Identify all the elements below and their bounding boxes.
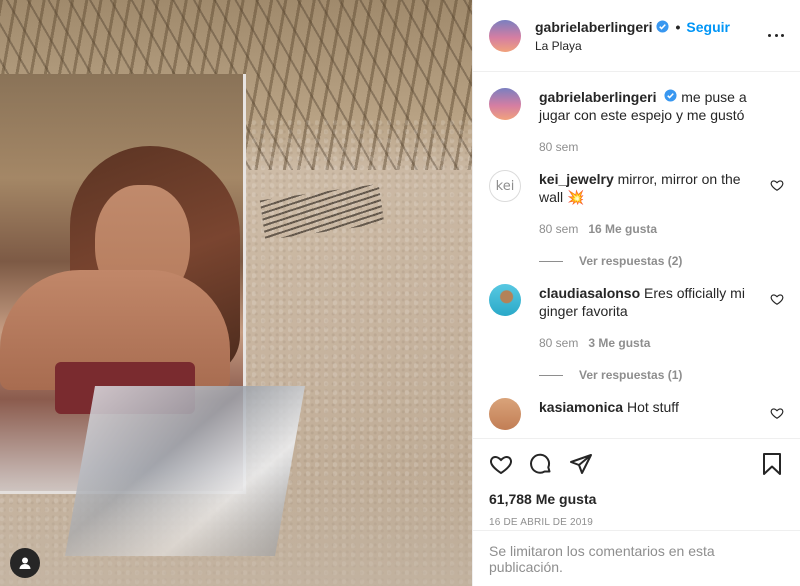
comment-username[interactable]: claudiasalonso (539, 285, 640, 301)
comment-avatar[interactable]: kei (489, 170, 521, 202)
comment-item: claudiasalonso Eres officially mi ginger… (489, 284, 784, 382)
likes-count[interactable]: 61,788 Me gusta (489, 491, 784, 507)
post-actions: 61,788 Me gusta 16 DE ABRIL DE 2019 (473, 438, 800, 530)
location-link[interactable]: La Playa (535, 39, 730, 53)
post-sidebar: gabrielaberlingeri • Seguir La Playa gab… (472, 0, 800, 586)
author-avatar[interactable] (489, 19, 521, 52)
post-header: gabrielaberlingeri • Seguir La Playa (473, 0, 800, 72)
replies-line (539, 260, 563, 262)
view-replies-button[interactable]: Ver respuestas (1) (539, 368, 762, 382)
bookmark-icon[interactable] (760, 452, 784, 476)
explosion-emoji: 💥 (567, 189, 585, 205)
share-icon[interactable] (569, 452, 593, 476)
author-meta: gabrielaberlingeri • Seguir La Playa (535, 19, 730, 53)
verified-badge-icon (656, 20, 670, 33)
caption-avatar[interactable] (489, 88, 521, 120)
comment-item: kei kei_jewelry mirror, mirror on the wa… (489, 170, 784, 268)
caption-time[interactable]: 80 sem (539, 140, 578, 154)
post-date[interactable]: 16 DE ABRIL DE 2019 (489, 517, 784, 528)
comment-time[interactable]: 80 sem (539, 222, 578, 236)
more-options-icon[interactable] (768, 28, 784, 42)
follow-button[interactable]: Seguir (686, 19, 730, 35)
photo-sand-bottom (0, 470, 472, 586)
comment-item: kasiamonica Hot stuff (489, 398, 784, 430)
comment-avatar[interactable] (489, 398, 521, 430)
comment-username[interactable]: kasiamonica (539, 399, 623, 415)
comment-likes[interactable]: 16 Me gusta (588, 222, 657, 236)
heart-icon[interactable] (770, 406, 784, 420)
separator-dot: • (675, 18, 681, 35)
view-replies-button[interactable]: Ver respuestas (2) (539, 254, 762, 268)
comment-likes[interactable]: 3 Me gusta (588, 336, 650, 350)
post-photo[interactable] (0, 0, 472, 586)
replies-label: Ver respuestas (2) (579, 254, 683, 268)
comment-text: Hot stuff (626, 399, 679, 415)
comment-icon[interactable] (529, 452, 553, 476)
heart-icon[interactable] (489, 452, 513, 476)
caption: gabrielaberlingeri me puse a jugar con e… (489, 88, 784, 154)
comment-avatar[interactable] (489, 284, 521, 316)
heart-icon[interactable] (770, 292, 784, 306)
heart-icon[interactable] (770, 178, 784, 192)
comments-list: gabrielaberlingeri me puse a jugar con e… (473, 72, 800, 438)
avatar-text: kei (495, 178, 515, 194)
user-tag-icon[interactable] (10, 548, 40, 578)
replies-label: Ver respuestas (1) (579, 368, 683, 382)
replies-line (539, 374, 563, 376)
comments-limited-notice: Se limitaron los comentarios en esta pub… (473, 530, 800, 586)
verified-badge-icon (664, 88, 677, 102)
comment-username[interactable]: kei_jewelry (539, 171, 614, 187)
post-modal: gabrielaberlingeri • Seguir La Playa gab… (0, 0, 800, 586)
comment-time[interactable]: 80 sem (539, 336, 578, 350)
author-username[interactable]: gabrielaberlingeri (535, 19, 652, 35)
caption-username[interactable]: gabrielaberlingeri (539, 89, 656, 105)
